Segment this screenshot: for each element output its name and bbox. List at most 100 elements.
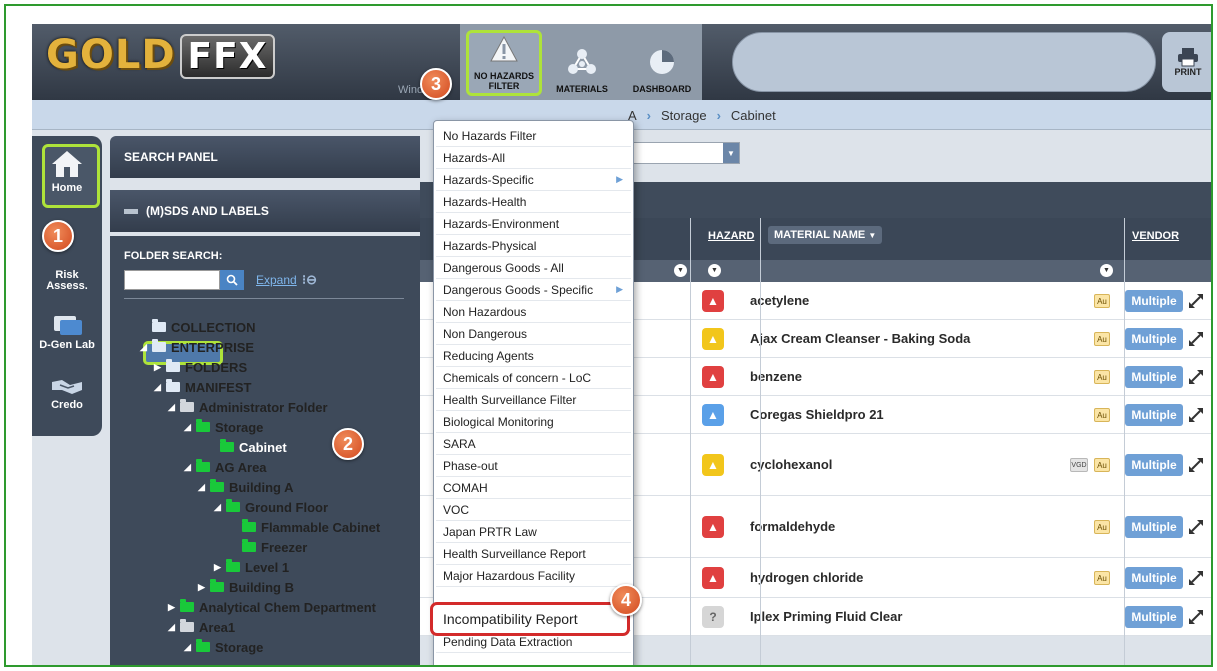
breadcrumb-item[interactable]: Cabinet [731, 108, 776, 123]
expand-arrows-icon[interactable] [1186, 367, 1206, 387]
menu-item[interactable]: Chemicals of concern - LoC [436, 367, 631, 389]
material-name[interactable]: Ajax Cream Cleanser - Baking Soda [750, 331, 970, 346]
collapse-arrow-icon[interactable]: ◢ [184, 462, 196, 473]
nav-home[interactable]: Home [32, 149, 102, 194]
tree-node[interactable]: COLLECTION [140, 318, 256, 336]
menu-item[interactable]: Hazards-Environment [436, 213, 631, 235]
material-name[interactable]: acetylene [750, 293, 809, 308]
hazard-warning-icon[interactable]: ▲ [702, 366, 724, 388]
menu-item[interactable]: VOC [436, 499, 631, 521]
tree-node[interactable]: Flammable Cabinet [230, 518, 380, 536]
material-name[interactable]: Coregas Shieldpro 21 [750, 407, 884, 422]
expand-arrows-icon[interactable] [1186, 329, 1206, 349]
tree-view-icon[interactable]: ⁝⊖ [302, 272, 317, 288]
menu-item[interactable]: Hazards-Physical [436, 235, 631, 257]
vendor-multiple-button[interactable]: Multiple [1125, 606, 1183, 628]
menu-item[interactable]: Dangerous Goods - Specific ▶ [436, 279, 631, 301]
tree-node[interactable]: ▶ Analytical Chem Department [168, 598, 376, 616]
column-material-name[interactable]: MATERIAL NAME ▼ [768, 226, 883, 244]
filter-icon[interactable]: ▼ [1100, 264, 1113, 277]
tree-node[interactable]: Freezer [230, 538, 307, 556]
filter-icon[interactable]: ▼ [674, 264, 687, 277]
hazard-warning-icon[interactable]: ▲ [702, 567, 724, 589]
expand-link[interactable]: Expand [256, 273, 297, 287]
expand-arrows-icon[interactable] [1186, 291, 1206, 311]
column-vendor[interactable]: VENDOR [1132, 230, 1179, 242]
menu-item[interactable]: Non Dangerous [436, 323, 631, 345]
materials-button[interactable]: MATERIALS [542, 24, 622, 100]
filter-icon[interactable]: ▼ [708, 264, 721, 277]
menu-item[interactable]: Hazards-All [436, 147, 631, 169]
tree-node[interactable]: ▶ FOLDERS [154, 358, 247, 376]
vendor-multiple-button[interactable]: Multiple [1125, 328, 1183, 350]
collapse-arrow-icon[interactable]: ◢ [154, 382, 166, 393]
print-button[interactable]: PRINT [1162, 32, 1211, 92]
tree-node[interactable]: ▶ Building B [198, 578, 294, 596]
hazard-warning-icon[interactable]: ▲ [702, 290, 724, 312]
tree-node[interactable]: ◢ Area1 [168, 618, 235, 636]
menu-item[interactable]: Reducing Agents [436, 345, 631, 367]
unknown-hazard-icon[interactable]: ? [702, 606, 724, 628]
menu-item[interactable]: No Hazards Filter [436, 125, 631, 147]
column-hazard[interactable]: HAZARD [708, 230, 754, 242]
tree-node[interactable]: Cabinet [208, 438, 287, 456]
hazard-warning-icon[interactable]: ▲ [702, 404, 724, 426]
global-search-box[interactable] [732, 32, 1156, 92]
material-name[interactable]: benzene [750, 369, 802, 384]
tree-node[interactable]: ◢ Administrator Folder [168, 398, 328, 416]
menu-item[interactable]: Hazards-Specific ▶ [436, 169, 631, 191]
vendor-multiple-button[interactable]: Multiple [1125, 516, 1183, 538]
collapse-arrow-icon[interactable]: ◢ [214, 502, 226, 513]
material-name[interactable]: Iplex Priming Fluid Clear [750, 609, 902, 624]
tree-node[interactable]: ◢ MANIFEST [154, 378, 251, 396]
collapse-arrow-icon[interactable]: ◢ [184, 642, 196, 653]
expand-arrows-icon[interactable] [1186, 607, 1206, 627]
expand-arrow-icon[interactable]: ▶ [168, 602, 180, 613]
hazard-warning-icon[interactable]: ▲ [702, 454, 724, 476]
hazard-warning-icon[interactable]: ▲ [702, 516, 724, 538]
vendor-multiple-button[interactable]: Multiple [1125, 567, 1183, 589]
menu-item[interactable]: Phase-out [436, 455, 631, 477]
tree-node[interactable]: ◢ Storage [184, 638, 263, 656]
vendor-multiple-button[interactable]: Multiple [1125, 290, 1183, 312]
expand-arrows-icon[interactable] [1186, 517, 1206, 537]
no-hazards-filter-button[interactable]: NO HAZARDS FILTER [466, 30, 542, 96]
menu-item[interactable]: Health Surveillance Filter [436, 389, 631, 411]
collapse-arrow-icon[interactable]: ◢ [168, 622, 180, 633]
nav-d-gen-lab[interactable]: D-Gen Lab [32, 314, 102, 351]
collapse-arrow-icon[interactable]: ◢ [198, 482, 210, 493]
menu-item[interactable]: Non Hazardous [436, 301, 631, 323]
menu-item[interactable]: Biological Monitoring [436, 411, 631, 433]
collapse-arrow-icon[interactable]: ◢ [168, 402, 180, 413]
menu-item[interactable]: Japan PRTR Law [436, 521, 631, 543]
menu-item-incompatibility-report[interactable]: Incompatibility Report [430, 602, 630, 636]
collapse-arrow-icon[interactable]: ◢ [184, 422, 196, 433]
expand-arrows-icon[interactable] [1186, 568, 1206, 588]
tree-node[interactable]: ◢ ENTERPRISE [140, 338, 254, 356]
expand-arrows-icon[interactable] [1186, 455, 1206, 475]
material-name[interactable]: hydrogen chloride [750, 570, 863, 585]
msds-header[interactable]: (M)SDS AND LABELS [110, 190, 420, 232]
nav-risk-assess[interactable]: Risk Assess. [32, 270, 102, 292]
menu-item[interactable]: Dangerous Goods - All [436, 257, 631, 279]
material-name[interactable]: formaldehyde [750, 519, 835, 534]
tree-node[interactable]: ◢ AG Area [184, 458, 267, 476]
expand-arrow-icon[interactable]: ▶ [214, 562, 226, 573]
tree-node[interactable]: ▶ Level 1 [214, 558, 289, 576]
tree-node[interactable]: ◢ Storage [184, 418, 263, 436]
folder-search-button[interactable] [220, 270, 244, 290]
vendor-multiple-button[interactable]: Multiple [1125, 404, 1183, 426]
breadcrumb-item[interactable]: Storage [661, 108, 707, 123]
dashboard-button[interactable]: DASHBOARD [622, 24, 702, 100]
menu-item[interactable]: Health Surveillance Report [436, 543, 631, 565]
nav-credo[interactable]: Credo [32, 376, 102, 411]
search-panel-header[interactable]: SEARCH PANEL [110, 136, 420, 178]
vendor-multiple-button[interactable]: Multiple [1125, 454, 1183, 476]
tree-node[interactable]: ◢ Building A [198, 478, 294, 496]
vendor-multiple-button[interactable]: Multiple [1125, 366, 1183, 388]
hazard-warning-icon[interactable]: ▲ [702, 328, 724, 350]
menu-item[interactable]: SARA [436, 433, 631, 455]
collapse-arrow-icon[interactable]: ◢ [140, 342, 152, 353]
menu-item[interactable]: COMAH [436, 477, 631, 499]
menu-item[interactable]: Major Hazardous Facility [436, 565, 631, 587]
